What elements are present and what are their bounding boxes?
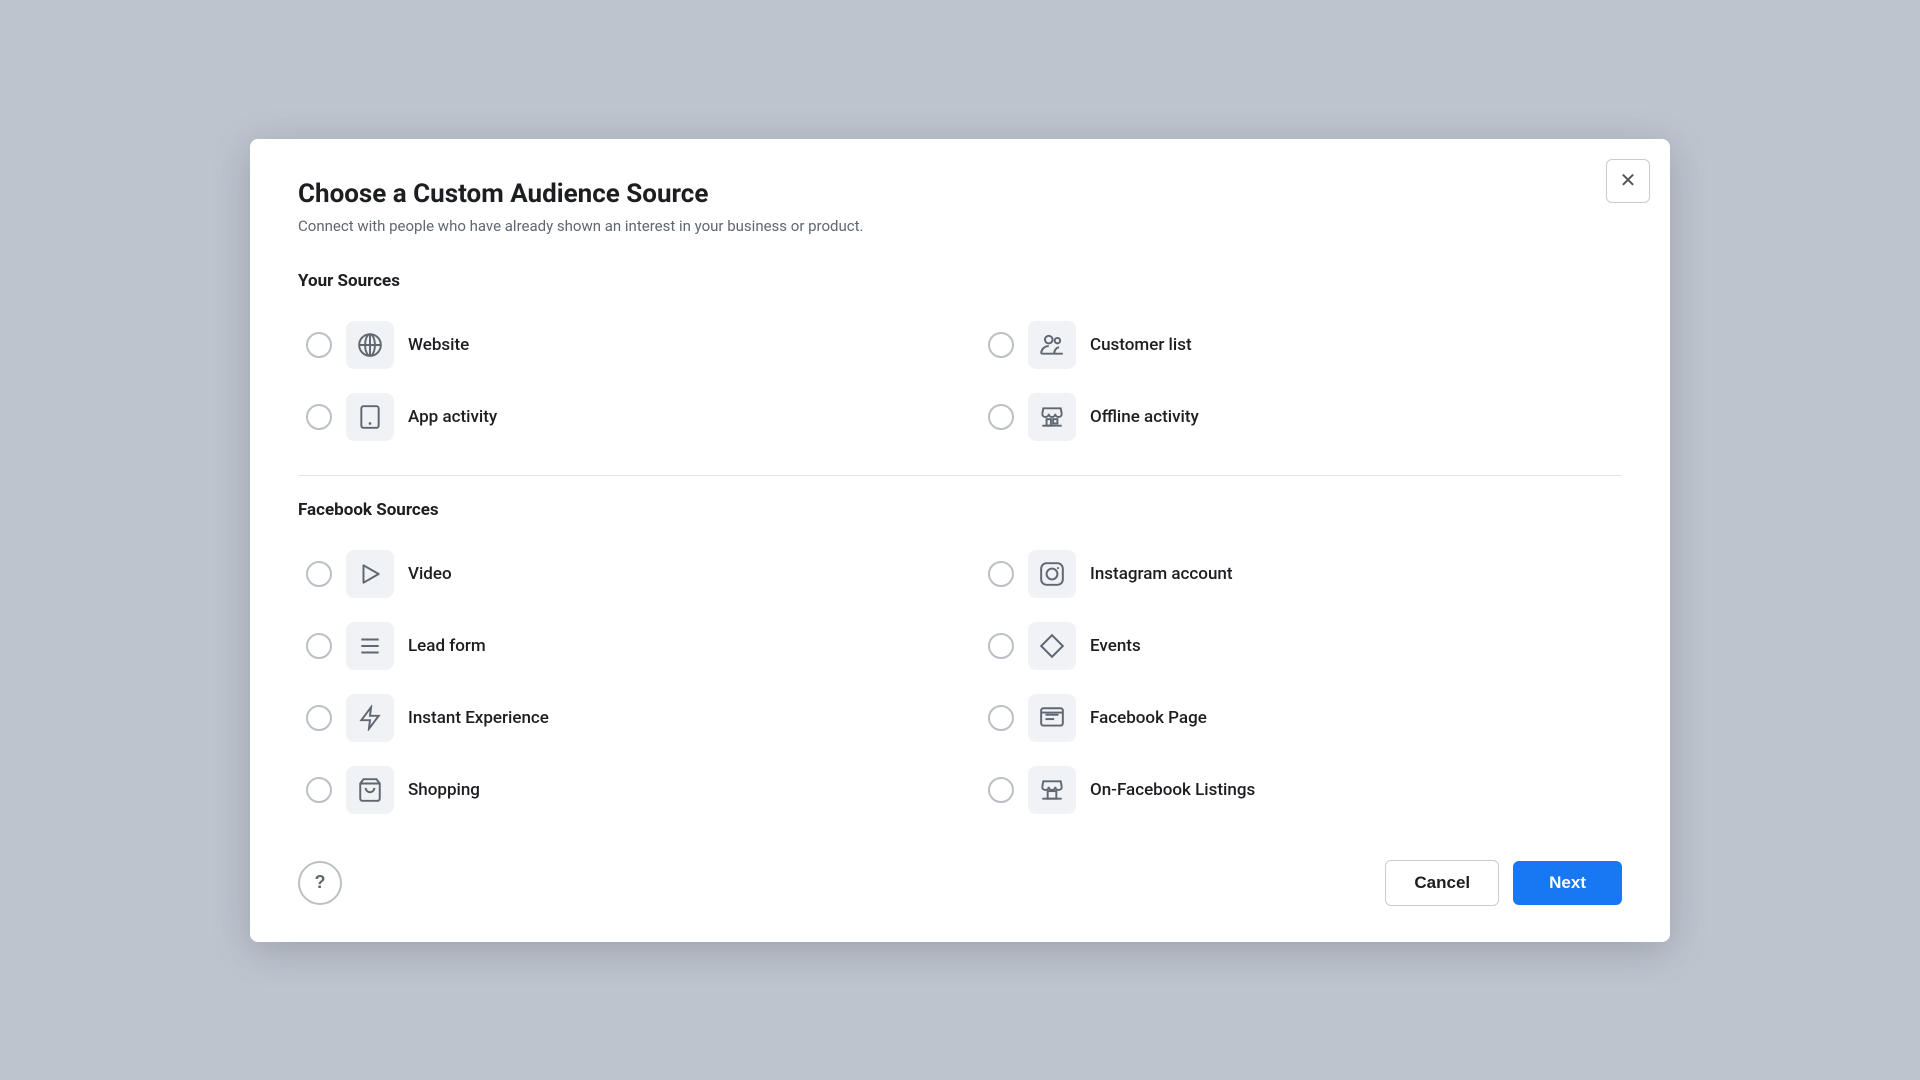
close-button[interactable]: ✕ <box>1606 159 1650 203</box>
instagram-icon <box>1028 550 1076 598</box>
option-website[interactable]: Website <box>298 311 940 379</box>
video-label: Video <box>408 564 452 584</box>
radio-lead-form[interactable] <box>306 633 332 659</box>
shopping-label: Shopping <box>408 780 480 800</box>
radio-app-activity[interactable] <box>306 404 332 430</box>
option-offline-activity[interactable]: Offline activity <box>980 383 1622 451</box>
events-label: Events <box>1090 636 1141 656</box>
people-icon <box>1028 321 1076 369</box>
option-on-facebook-listings[interactable]: On-Facebook Listings <box>980 756 1622 824</box>
help-icon: ? <box>315 872 326 893</box>
next-button[interactable]: Next <box>1513 861 1622 905</box>
option-instant-experience[interactable]: Instant Experience <box>298 684 940 752</box>
modal-title: Choose a Custom Audience Source <box>298 179 1622 209</box>
cancel-button[interactable]: Cancel <box>1385 860 1499 906</box>
option-events[interactable]: Events <box>980 612 1622 680</box>
footer-actions: Cancel Next <box>1385 860 1622 906</box>
option-instagram[interactable]: Instagram account <box>980 540 1622 608</box>
listings-icon <box>1028 766 1076 814</box>
lines-icon <box>346 622 394 670</box>
store-icon <box>1028 393 1076 441</box>
option-facebook-page[interactable]: Facebook Page <box>980 684 1622 752</box>
instagram-label: Instagram account <box>1090 564 1233 584</box>
lead-form-label: Lead form <box>408 636 486 656</box>
your-sources-heading: Your Sources <box>298 271 1622 291</box>
on-facebook-listings-label: On-Facebook Listings <box>1090 780 1255 800</box>
tablet-icon <box>346 393 394 441</box>
your-sources-grid: Website Customer list <box>298 311 1622 451</box>
radio-shopping[interactable] <box>306 777 332 803</box>
bolt-icon <box>346 694 394 742</box>
close-icon: ✕ <box>1620 168 1637 193</box>
option-shopping[interactable]: Shopping <box>298 756 940 824</box>
modal-subtitle: Connect with people who have already sho… <box>298 217 1622 235</box>
fbpage-icon <box>1028 694 1076 742</box>
modal-footer: ? Cancel Next <box>298 860 1622 906</box>
customer-list-label: Customer list <box>1090 335 1192 355</box>
section-divider <box>298 475 1622 476</box>
option-app-activity[interactable]: App activity <box>298 383 940 451</box>
modal-overlay: ✕ Choose a Custom Audience Source Connec… <box>0 0 1920 1080</box>
radio-events[interactable] <box>988 633 1014 659</box>
cart-icon <box>346 766 394 814</box>
radio-on-facebook-listings[interactable] <box>988 777 1014 803</box>
radio-instant-experience[interactable] <box>306 705 332 731</box>
option-lead-form[interactable]: Lead form <box>298 612 940 680</box>
facebook-sources-grid: Video Instagram account <box>298 540 1622 824</box>
radio-website[interactable] <box>306 332 332 358</box>
app-activity-label: App activity <box>408 407 497 427</box>
play-icon <box>346 550 394 598</box>
option-customer-list[interactable]: Customer list <box>980 311 1622 379</box>
website-label: Website <box>408 335 469 355</box>
radio-instagram[interactable] <box>988 561 1014 587</box>
facebook-page-label: Facebook Page <box>1090 708 1207 728</box>
dialog: ✕ Choose a Custom Audience Source Connec… <box>250 139 1670 942</box>
option-video[interactable]: Video <box>298 540 940 608</box>
facebook-sources-heading: Facebook Sources <box>298 500 1622 520</box>
radio-offline-activity[interactable] <box>988 404 1014 430</box>
radio-customer-list[interactable] <box>988 332 1014 358</box>
offline-activity-label: Offline activity <box>1090 407 1199 427</box>
instant-experience-label: Instant Experience <box>408 708 549 728</box>
radio-facebook-page[interactable] <box>988 705 1014 731</box>
radio-video[interactable] <box>306 561 332 587</box>
help-button[interactable]: ? <box>298 861 342 905</box>
diamond-icon <box>1028 622 1076 670</box>
globe-icon <box>346 321 394 369</box>
